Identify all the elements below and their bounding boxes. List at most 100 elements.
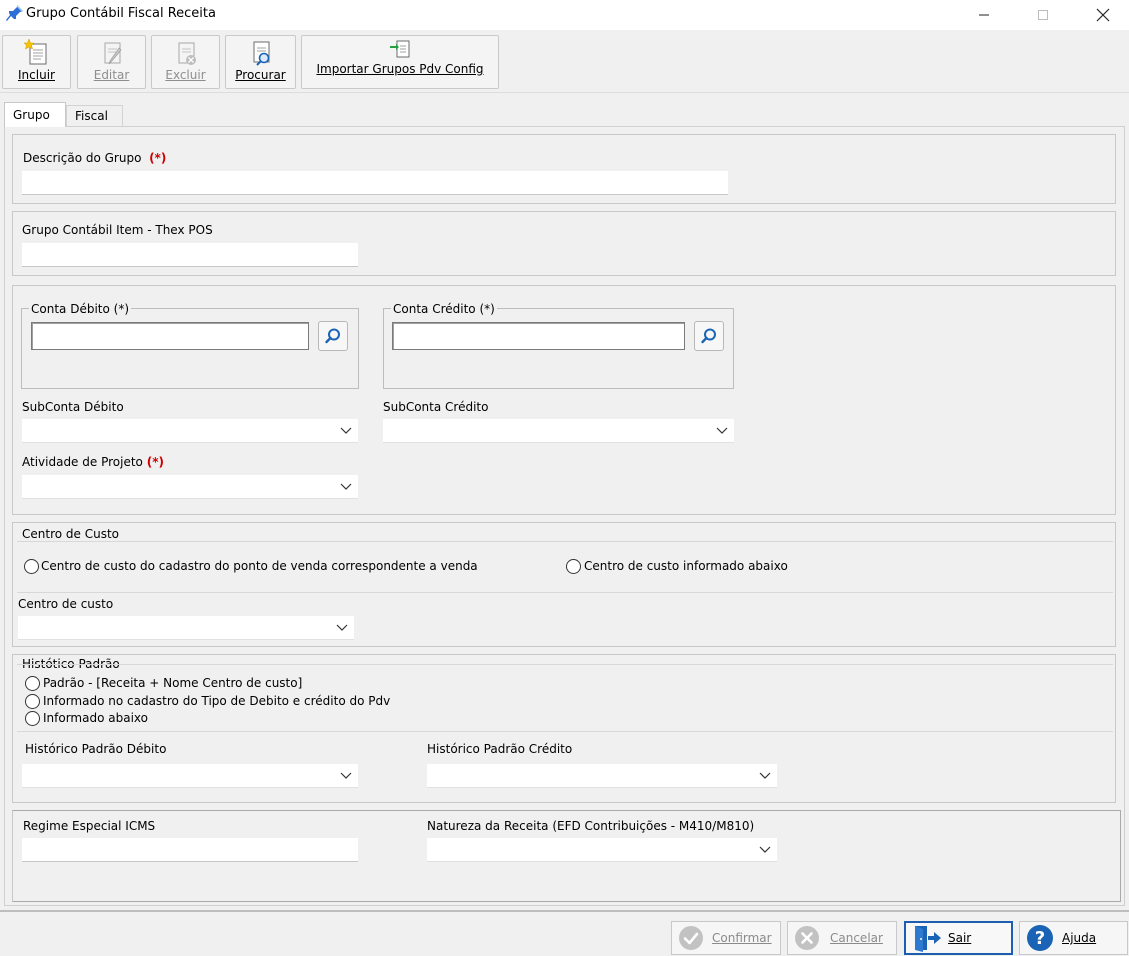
atividade-label: Atividade de Projeto (*) — [22, 455, 164, 469]
subconta-credito-select[interactable] — [383, 419, 734, 443]
cancelar-button[interactable]: Cancelar — [787, 921, 897, 955]
historico-padrao-label: Padrão - [Receita + Nome Centro de custo… — [43, 676, 303, 690]
incluir-label: Incluir — [18, 68, 55, 82]
tab-fiscal[interactable]: Fiscal — [66, 105, 123, 126]
centro-custo-pdv-radio[interactable] — [24, 559, 39, 574]
sair-button[interactable]: Sair — [904, 921, 1013, 955]
historico-abaixo-radio[interactable] — [25, 711, 40, 726]
conta-debito-label: Conta Débito (*) — [29, 302, 131, 316]
ajuda-label: Ajuda — [1062, 931, 1097, 945]
help-icon: ? — [1027, 925, 1053, 951]
conta-debito-input[interactable] — [31, 322, 309, 350]
conta-credito-label: Conta Crédito (*) — [391, 302, 497, 316]
historico-divider-bottom — [17, 731, 1113, 732]
centro-custo-informado-label: Centro de custo informado abaixo — [584, 559, 788, 573]
historico-cadastro-radio[interactable] — [25, 694, 40, 709]
subconta-debito-select[interactable] — [22, 419, 358, 443]
centro-custo-divider-bottom — [17, 592, 1113, 593]
historico-debito-select[interactable] — [22, 764, 358, 788]
title-bar: Grupo Contábil Fiscal Receita — [0, 0, 1129, 30]
search-icon — [701, 328, 716, 344]
historico-panel: Histótico Padrão Padrão - [Receita + Nom… — [12, 654, 1116, 803]
centro-custo-label: Centro de custo — [18, 597, 114, 611]
historico-debito-label: Histórico Padrão Débito — [25, 742, 167, 756]
chevron-down-icon — [716, 427, 728, 434]
historico-divider-top — [17, 664, 1113, 665]
descricao-required-mark: (*) — [149, 151, 167, 165]
conta-debito-search-button[interactable] — [318, 321, 348, 351]
close-icon — [1096, 8, 1110, 22]
chevron-down-icon — [340, 483, 352, 490]
descricao-panel: Descrição do Grupo (*) — [12, 134, 1116, 204]
editar-button[interactable]: Editar — [77, 35, 146, 89]
regime-panel: Regime Especial ICMS Natureza da Receita… — [12, 810, 1121, 902]
search-icon — [325, 328, 340, 344]
procurar-label: Procurar — [235, 68, 286, 82]
close-button[interactable] — [1080, 0, 1126, 30]
regime-icms-label: Regime Especial ICMS — [23, 819, 156, 833]
check-icon — [679, 926, 703, 950]
historico-cadastro-label: Informado no cadastro do Tipo de Debito … — [43, 694, 391, 708]
procurar-button[interactable]: Procurar — [225, 35, 296, 89]
new-document-icon — [22, 38, 46, 65]
historico-padrao-radio[interactable] — [25, 676, 40, 691]
grupo-item-label: Grupo Contábil Item - Thex POS — [22, 223, 213, 237]
centro-custo-panel: Centro de Custo Centro de custo do cadas… — [12, 522, 1116, 647]
descricao-label: Descrição do Grupo (*) — [23, 151, 167, 165]
excluir-label: Excluir — [165, 68, 206, 82]
minimize-button[interactable] — [961, 0, 1007, 30]
cancel-icon — [795, 926, 819, 950]
historico-credito-select[interactable] — [427, 764, 777, 788]
exit-door-icon — [915, 926, 941, 952]
sair-label: Sair — [948, 931, 972, 945]
centro-custo-pdv-label: Centro de custo do cadastro do ponto de … — [41, 559, 478, 573]
grupo-item-panel: Grupo Contábil Item - Thex POS — [12, 211, 1116, 276]
tab-fiscal-label: Fiscal — [75, 109, 108, 123]
atividade-required-mark: (*) — [146, 455, 164, 469]
importar-label: Importar Grupos Pdv Config — [316, 62, 484, 76]
descricao-input[interactable] — [22, 171, 728, 195]
chevron-down-icon — [336, 624, 348, 631]
svg-text:?: ? — [1035, 928, 1045, 949]
maximize-icon — [1038, 10, 1048, 20]
chevron-down-icon — [759, 846, 771, 853]
chevron-down-icon — [340, 772, 352, 779]
historico-credito-label: Histórico Padrão Crédito — [427, 742, 573, 756]
chevron-down-icon — [759, 772, 771, 779]
tab-grupo[interactable]: Grupo — [4, 102, 66, 127]
minimize-icon — [979, 14, 989, 16]
chevron-down-icon — [340, 427, 352, 434]
cancelar-label: Cancelar — [830, 931, 883, 945]
grupo-item-input[interactable] — [22, 243, 358, 267]
toolbar: Incluir Editar Excluir Procurar Importar… — [0, 30, 1129, 93]
bottom-bar: Confirmar Cancelar Sair ? Ajuda — [0, 910, 1129, 956]
contas-panel: Conta Débito (*) Conta Crédito (*) SubCo… — [12, 285, 1116, 515]
confirmar-button[interactable]: Confirmar — [671, 921, 781, 955]
centro-custo-legend: Centro de Custo — [22, 527, 119, 541]
pin-icon — [6, 5, 23, 21]
natureza-receita-label: Natureza da Receita (EFD Contribuições -… — [427, 819, 755, 833]
delete-document-icon — [178, 42, 196, 65]
incluir-button[interactable]: Incluir — [2, 35, 71, 89]
maximize-button[interactable] — [1020, 0, 1066, 30]
regime-icms-input[interactable] — [22, 838, 358, 862]
search-document-icon — [253, 41, 269, 66]
conta-credito-search-button[interactable] — [694, 321, 724, 351]
conta-credito-input[interactable] — [392, 322, 685, 350]
subconta-debito-label: SubConta Débito — [22, 400, 124, 414]
edit-document-icon — [104, 42, 121, 65]
ajuda-button[interactable]: ? Ajuda — [1019, 921, 1128, 955]
natureza-receita-select[interactable] — [427, 838, 777, 862]
atividade-select[interactable] — [22, 475, 358, 499]
importar-button[interactable]: Importar Grupos Pdv Config — [301, 35, 499, 89]
import-icon — [390, 40, 410, 58]
editar-label: Editar — [93, 68, 130, 82]
excluir-button[interactable]: Excluir — [151, 35, 220, 89]
centro-custo-select[interactable] — [18, 616, 354, 640]
historico-abaixo-label: Informado abaixo — [43, 711, 148, 725]
tab-grupo-label: Grupo — [13, 108, 50, 122]
centro-custo-divider-top — [17, 541, 1113, 542]
centro-custo-informado-radio[interactable] — [566, 559, 581, 574]
subconta-credito-label: SubConta Crédito — [383, 400, 489, 414]
window-title: Grupo Contábil Fiscal Receita — [26, 6, 216, 21]
